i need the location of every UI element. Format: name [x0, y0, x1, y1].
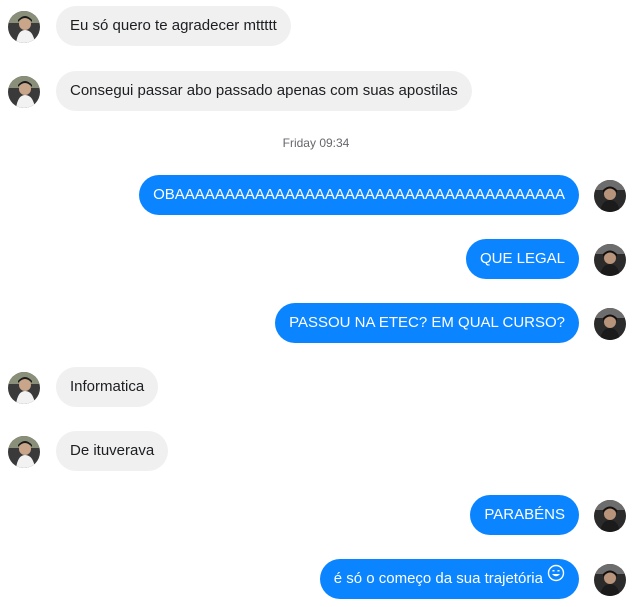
message-row-incoming: De ituverava: [0, 431, 632, 471]
outgoing-message-bubble[interactable]: é só o começo da sua trajetória: [319, 558, 579, 599]
outgoing-message-text: é só o começo da sua trajetória: [333, 570, 543, 587]
message-timestamp: Friday 09:34: [282, 136, 350, 150]
user-avatar[interactable]: [594, 564, 626, 596]
grinning-face-emoji-icon: [547, 558, 565, 598]
user-avatar[interactable]: [594, 500, 626, 532]
outgoing-message-bubble[interactable]: QUE LEGAL: [465, 239, 579, 279]
message-row-incoming: Consegui passar abo passado apenas com s…: [0, 71, 632, 111]
incoming-message-bubble[interactable]: De ituverava: [56, 431, 169, 471]
incoming-message-bubble[interactable]: Informatica: [56, 367, 159, 407]
outgoing-message-bubble[interactable]: PARABÉNS: [470, 495, 579, 535]
incoming-message-bubble[interactable]: Eu só quero te agradecer mttttt: [56, 6, 291, 46]
outgoing-message-bubble[interactable]: OBAAAAAAAAAAAAAAAAAAAAAAAAAAAAAAAAAAAAAA…: [139, 175, 579, 215]
message-row-incoming: Informatica: [0, 367, 632, 407]
message-row-outgoing: QUE LEGAL: [0, 239, 632, 279]
message-row-incoming: Eu só quero te agradecer mttttt: [0, 6, 632, 46]
contact-avatar[interactable]: [8, 76, 40, 108]
contact-avatar[interactable]: [8, 372, 40, 404]
user-avatar[interactable]: [594, 308, 626, 340]
contact-avatar[interactable]: [8, 436, 40, 468]
message-row-outgoing: PASSOU NA ETEC? EM QUAL CURSO?: [0, 303, 632, 343]
outgoing-message-bubble[interactable]: PASSOU NA ETEC? EM QUAL CURSO?: [275, 303, 579, 343]
chat-thread: Eu só quero te agradecer mttttt Consegui…: [0, 0, 632, 607]
incoming-message-bubble[interactable]: Consegui passar abo passado apenas com s…: [56, 71, 472, 111]
message-row-outgoing: PARABÉNS: [0, 495, 632, 535]
message-row-outgoing: é só o começo da sua trajetória: [0, 559, 632, 599]
user-avatar[interactable]: [594, 244, 626, 276]
message-row-outgoing: OBAAAAAAAAAAAAAAAAAAAAAAAAAAAAAAAAAAAAAA…: [0, 175, 632, 215]
user-avatar[interactable]: [594, 180, 626, 212]
contact-avatar[interactable]: [8, 11, 40, 43]
